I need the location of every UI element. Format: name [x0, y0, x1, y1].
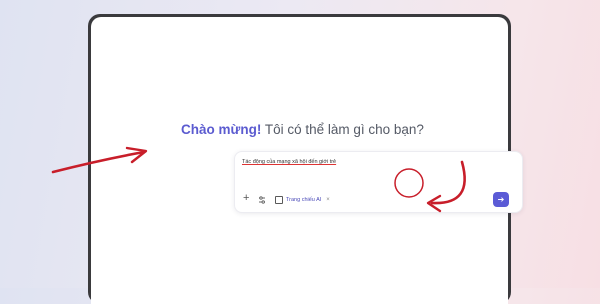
greeting-rest: Tôi có thể làm gì cho bạn? [261, 122, 424, 137]
add-button[interactable]: + [243, 192, 250, 204]
chip-close-button[interactable]: × [326, 197, 330, 203]
settings-button[interactable] [258, 196, 266, 206]
sliders-icon [259, 196, 265, 204]
plus-icon: + [243, 192, 250, 204]
prompt-composer: Tác động của mạng xã hội đến giới trẻ + … [234, 151, 523, 213]
app-screen: Chào mừng! Tôi có thể làm gì cho bạn? Tá… [91, 17, 523, 304]
slides-icon [275, 195, 283, 204]
greeting-strong: Chào mừng! [181, 122, 262, 137]
laptop-frame: Chào mừng! Tôi có thể làm gì cho bạn? Tá… [88, 14, 523, 304]
prompt-input[interactable]: Tác động của mạng xã hội đến giới trẻ [242, 159, 336, 165]
send-button[interactable]: ➔ [493, 192, 509, 207]
greeting-heading: Chào mừng! Tôi có thể làm gì cho bạn? [91, 122, 514, 137]
arrow-right-icon: ➔ [497, 195, 505, 204]
chip-label: Trang chiếu AI [286, 196, 322, 203]
ai-slides-chip[interactable]: Trang chiếu AI × [275, 195, 330, 204]
